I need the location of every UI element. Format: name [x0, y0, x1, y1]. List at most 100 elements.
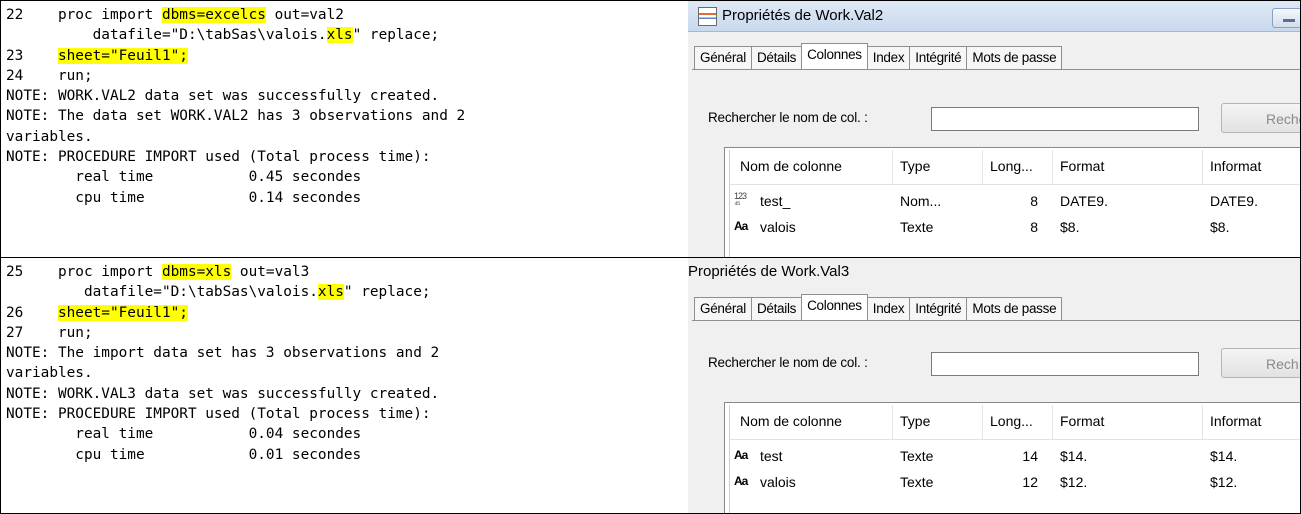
column-type: Texte: [900, 219, 934, 235]
column-informat: $8.: [1210, 219, 1230, 235]
log-line: 24 run;: [6, 66, 688, 86]
column-header-0[interactable]: Nom de colonne: [740, 413, 842, 429]
column-row[interactable]: Aa valois Texte 12 $12. $12.: [730, 471, 1300, 495]
log-line: NOTE: WORK.VAL2 data set was successfull…: [6, 86, 688, 106]
tab-2[interactable]: Colonnes: [801, 294, 868, 320]
column-informat: $12.: [1210, 474, 1238, 490]
column-format: $8.: [1060, 219, 1080, 235]
column-header-1[interactable]: Type: [900, 413, 930, 429]
log-line: NOTE: PROCEDURE IMPORT used (Total proce…: [6, 404, 688, 424]
window-title: Propriétés de Work.Val3: [688, 263, 850, 280]
tab-0[interactable]: Général: [694, 46, 752, 69]
numeric-icon: 123 ⁴⁵: [734, 191, 747, 209]
listview-header: Nom de colonne Type Long... Format Informat: [730, 150, 1300, 185]
log-text: NOTE: PROCEDURE IMPORT used (Total proce…: [6, 406, 431, 423]
log-text: out=val3: [231, 264, 310, 280]
column-length: 8: [1030, 219, 1038, 235]
header-separator[interactable]: [982, 150, 983, 184]
header-separator[interactable]: [1052, 150, 1053, 184]
tab-1[interactable]: Détails: [750, 46, 803, 69]
column-header-3[interactable]: Format: [1060, 158, 1104, 174]
log-text: 26: [6, 304, 58, 321]
log-text: NOTE: PROCEDURE IMPORT used (Total proce…: [6, 149, 431, 166]
column-row[interactable]: Aa test Texte 14 $14. $14.: [730, 445, 1300, 469]
highlighted-code: xls: [317, 284, 344, 301]
header-separator[interactable]: [982, 405, 983, 439]
column-length: 8: [1030, 193, 1038, 209]
header-separator[interactable]: [1202, 150, 1203, 184]
tab-3[interactable]: Index: [866, 46, 911, 69]
properties-window-val3: Propriétés de Work.Val3 Général Détails Col…: [688, 257, 1301, 514]
tab-strip: Général Détails Colonnes Index Intégrité Mots…: [694, 294, 1063, 320]
log-line: 26 sheet="Feuil1";: [6, 303, 688, 323]
text-icon: Aa: [734, 219, 748, 233]
tab-divider: [692, 320, 1300, 321]
log-text: variables.: [6, 365, 93, 382]
column-length: 12: [1022, 474, 1038, 490]
column-row[interactable]: Aa valois Texte 8 $8. $8.: [730, 216, 1300, 240]
column-name: test_: [760, 193, 791, 209]
log-text: real time 0.04 secondes: [6, 426, 362, 443]
log-line: NOTE: The data set WORK.VAL2 has 3 obser…: [6, 106, 688, 126]
log-line: real time 0.04 secondes: [6, 424, 688, 444]
column-informat: DATE9.: [1210, 193, 1258, 209]
column-header-4[interactable]: Informat: [1210, 158, 1261, 174]
column-type: Texte: [900, 474, 934, 490]
tab-5[interactable]: Mots de passe: [966, 46, 1063, 69]
tab-1[interactable]: Détails: [750, 297, 803, 320]
log-text: cpu time 0.14 secondes: [6, 189, 362, 206]
header-separator[interactable]: [1202, 405, 1203, 439]
highlighted-code: dbms=xls: [161, 264, 232, 280]
log-line: NOTE: PROCEDURE IMPORT used (Total proce…: [6, 147, 688, 167]
sas-log-val2: 22 proc import dbms=excelcs out=val2 dat…: [1, 1, 688, 208]
log-line: cpu time 0.01 secondes: [6, 445, 688, 465]
header-separator[interactable]: [892, 150, 893, 184]
log-text: datafile="D:\tabSas\valois.: [6, 27, 327, 44]
tab-4[interactable]: Intégrité: [909, 297, 968, 320]
header-separator[interactable]: [892, 405, 893, 439]
column-header-1[interactable]: Type: [900, 158, 930, 174]
tab-2[interactable]: Colonnes: [801, 43, 868, 69]
tab-0[interactable]: Général: [694, 297, 752, 320]
highlighted-code: sheet="Feuil1";: [57, 304, 188, 321]
column-header-4[interactable]: Informat: [1210, 413, 1261, 429]
minimize-button[interactable]: [1272, 8, 1300, 28]
tab-3[interactable]: Index: [866, 297, 911, 320]
search-input[interactable]: [931, 352, 1199, 376]
log-text: 25 proc import: [6, 264, 162, 280]
header-separator[interactable]: [1052, 405, 1053, 439]
log-line: 22 proc import dbms=excelcs out=val2: [6, 5, 688, 25]
log-text: datafile="D:\tabSas\valois.: [6, 284, 318, 301]
log-text: NOTE: The import data set has 3 observat…: [6, 345, 440, 362]
search-label: Rechercher le nom de col. :: [708, 110, 868, 125]
log-panel-val3: 25 proc import dbms=xls out=val3 datafil…: [0, 257, 689, 514]
search-input[interactable]: [931, 107, 1199, 131]
log-panel-val2: 22 proc import dbms=excelcs out=val2 dat…: [0, 0, 689, 258]
column-header-0[interactable]: Nom de colonne: [740, 158, 842, 174]
log-text: 23: [6, 47, 58, 64]
column-header-2[interactable]: Long...: [990, 158, 1033, 174]
column-name: test: [760, 448, 783, 464]
log-text: cpu time 0.01 secondes: [6, 446, 362, 463]
log-text: " replace;: [343, 284, 431, 301]
log-line: 23 sheet="Feuil1";: [6, 46, 688, 66]
column-header-2[interactable]: Long...: [990, 413, 1033, 429]
search-button[interactable]: Reche: [1221, 103, 1300, 133]
column-header-3[interactable]: Format: [1060, 413, 1104, 429]
highlighted-code: xls: [326, 27, 353, 44]
highlighted-code: sheet="Feuil1";: [57, 47, 188, 64]
log-text: NOTE: WORK.VAL3 data set was successfull…: [6, 385, 440, 402]
tab-5[interactable]: Mots de passe: [966, 297, 1063, 320]
column-name: valois: [760, 474, 796, 490]
log-text: out=val2: [265, 7, 344, 23]
column-format: DATE9.: [1060, 193, 1108, 209]
log-text: variables.: [6, 128, 93, 145]
column-row[interactable]: 123 ⁴⁵ test_ Nom... 8 DATE9. DATE9.: [730, 190, 1300, 214]
window-titlebar: Propriétés de Work.Val3: [688, 258, 1300, 284]
search-button[interactable]: Rech: [1221, 348, 1300, 378]
column-type: Nom...: [900, 193, 942, 209]
columns-listview: Nom de colonne Type Long... Format Informat A…: [724, 402, 1300, 513]
log-text: " replace;: [352, 27, 440, 44]
tab-4[interactable]: Intégrité: [909, 46, 968, 69]
tab-strip: Général Détails Colonnes Index Intégrité Mots…: [694, 43, 1063, 69]
